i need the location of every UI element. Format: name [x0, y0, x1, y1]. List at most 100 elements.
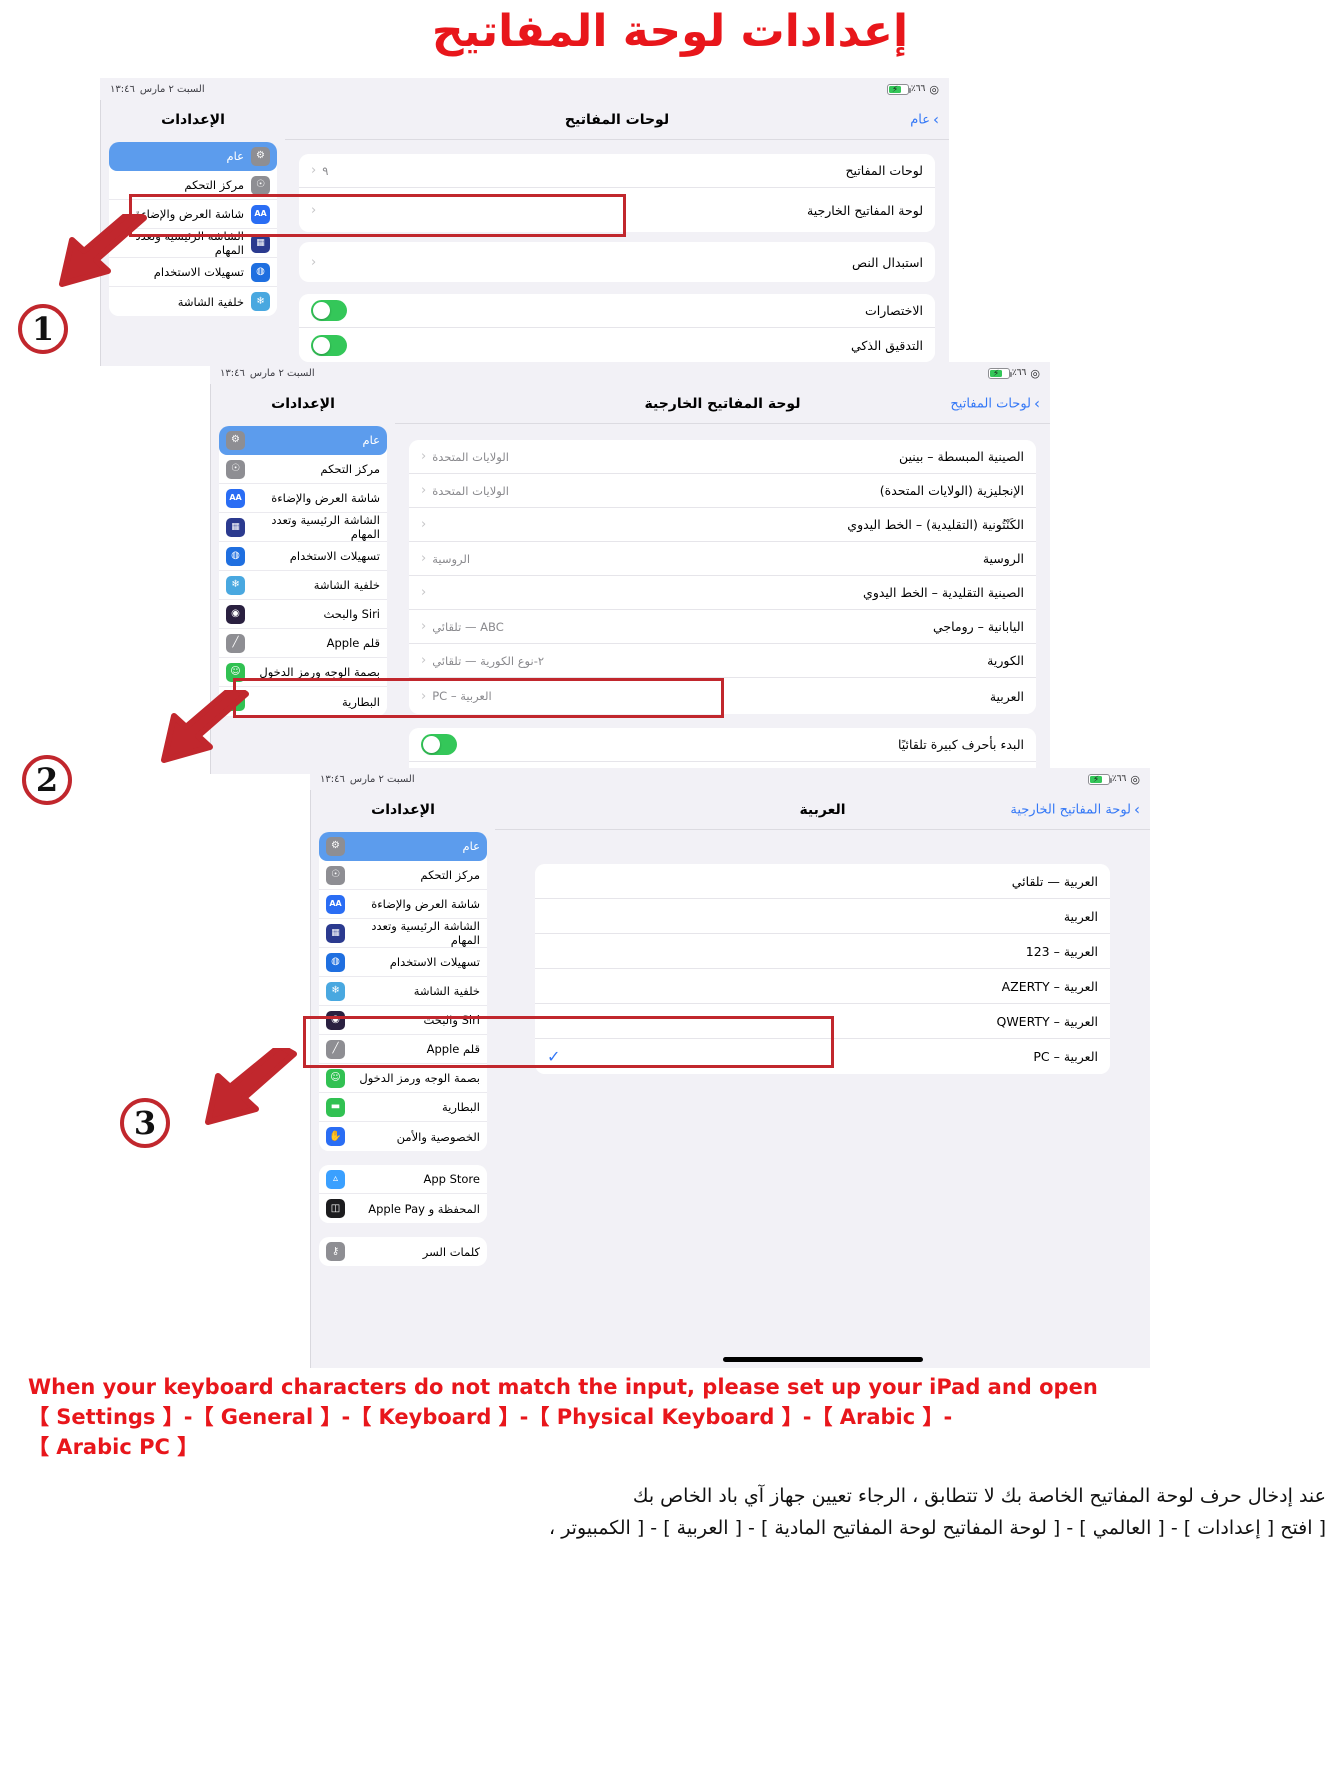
sidebar-item-app-store[interactable]: App Store ▵	[319, 1165, 487, 1194]
sidebar-item-general[interactable]: عام ⚙	[219, 426, 387, 455]
row-shortcuts-toggle[interactable]: الاختصارات	[299, 294, 935, 328]
list-item-arabic[interactable]: العربية	[535, 899, 1110, 934]
ipad-screenshot-3: ⚡ ٪٦٦ ◎ السبت ٢ مارس ١٣:٤٦ العربية › لوح…	[310, 768, 1150, 1368]
row-label: العربية – AZERTY	[1001, 978, 1098, 994]
panel3-back-button[interactable]: › لوحة المفاتيح الخارجية	[1010, 802, 1140, 818]
table-row[interactable]: الصينية المبسطة – بينين الولايات المتحدة…	[409, 440, 1036, 474]
control-center-icon: ☉	[251, 175, 270, 195]
row-value: ٢-نوع الكورية — تلقائي	[432, 653, 545, 668]
table-row[interactable]: الكَنْتُونية (التقليدية) – الخط اليدوي ‹	[409, 508, 1036, 542]
row-external-keyboard[interactable]: لوحة المفاتيح الخارجية ‹	[299, 188, 935, 232]
page-title: إعدادات لوحة المفاتيح	[431, 6, 909, 57]
caption-ar-line-1: عند إدخال حرف لوحة المفاتيح الخاصة بك لا…	[632, 1485, 1326, 1507]
panel2-back-label: لوحات المفاتيح	[950, 396, 1031, 411]
panel2-back-button[interactable]: › لوحات المفاتيح	[950, 396, 1040, 412]
siri-icon: ◉	[326, 1010, 345, 1030]
sidebar-item-label: عام	[362, 433, 381, 447]
sidebar-item-wallpaper[interactable]: خلفية الشاشة ❄	[319, 977, 487, 1006]
toggle-switch[interactable]	[421, 734, 457, 755]
sidebar-item-face-id[interactable]: بصمة الوجه ورمز الدخول ☺	[319, 1064, 487, 1093]
row-value: ٩	[322, 163, 329, 178]
sidebar-navbar-2: الإعدادات	[211, 384, 395, 424]
sidebar-item-label: مركز التحكم	[320, 462, 380, 476]
sidebar-item-wallet-apple-pay[interactable]: المحفظة و Apple Pay ◫	[319, 1194, 487, 1223]
list-item-arabic-pc[interactable]: العربية – PC ✓	[535, 1039, 1110, 1074]
table-row[interactable]: الكورية ٢-نوع الكورية — تلقائي ‹	[409, 644, 1036, 678]
sidebar-item-privacy-security[interactable]: الخصوصية والأمن ✋	[319, 1122, 487, 1151]
sidebar-item-display-brightness[interactable]: شاشة العرض والإضاءة AA	[219, 484, 387, 513]
app-store-icon: ▵	[326, 1169, 345, 1189]
panel2-detail: لوحة المفاتيح الخارجية › لوحات المفاتيح …	[395, 384, 1050, 774]
sidebar-item-battery[interactable]: البطارية ▬	[319, 1093, 487, 1122]
sidebar-item-general[interactable]: عام ⚙	[319, 832, 487, 861]
row-label: الصينية التقليدية – الخط اليدوي	[863, 585, 1024, 600]
sidebar-item-face-id[interactable]: بصمة الوجه ورمز الدخول ☺	[219, 658, 387, 687]
checkmark-icon: ✓	[547, 1047, 561, 1066]
sidebar-group-3b: App Store ▵ المحفظة و Apple Pay ◫	[319, 1165, 487, 1223]
row-keyboards[interactable]: لوحات المفاتيح ٩ ‹	[299, 154, 935, 188]
chevron-left-icon: ‹	[421, 517, 427, 532]
sidebar-item-control-center[interactable]: مركز التحكم ☉	[219, 455, 387, 484]
sidebar-item-control-center[interactable]: مركز التحكم ☉	[319, 861, 487, 890]
sidebar-item-wallpaper[interactable]: خلفية الشاشة ❄	[219, 571, 387, 600]
panel1-back-button[interactable]: › عام	[910, 112, 939, 128]
siri-icon: ◉	[226, 604, 245, 624]
table-row[interactable]: الإنجليزية (الولايات المتحدة) الولايات ا…	[409, 474, 1036, 508]
wallpaper-icon: ❄	[326, 981, 345, 1001]
toggle-switch[interactable]	[311, 334, 347, 356]
list-item-arabic-auto[interactable]: العربية — تلقائي	[535, 864, 1110, 899]
sidebar-item-accessibility[interactable]: تسهيلات الاستخدام ◍	[219, 542, 387, 571]
sidebar-item-home-screen[interactable]: الشاشة الرئيسية وتعدد المهام ▦	[219, 513, 387, 542]
panel3-navbar: العربية › لوحة المفاتيح الخارجية	[495, 790, 1150, 830]
table-row[interactable]: الصينية التقليدية – الخط اليدوي ‹	[409, 576, 1036, 610]
row-auto-capitalize[interactable]: البدء بأحرف كبيرة تلقائيًا	[409, 728, 1036, 762]
panel2-title: لوحة المفاتيح الخارجية	[644, 395, 801, 412]
display-aa-icon: AA	[226, 488, 245, 508]
sidebar-navbar-3: الإعدادات	[311, 790, 495, 830]
arrow-2	[161, 690, 249, 763]
sidebar-item-siri-search[interactable]: Siri والبحث ◉	[319, 1006, 487, 1035]
list-item-arabic-qwerty[interactable]: العربية – QWERTY	[535, 1004, 1110, 1039]
settings-header: الإعدادات	[371, 802, 435, 818]
chevron-left-icon: ‹	[421, 449, 427, 464]
panel1-title: لوحات المفاتيح	[564, 111, 670, 128]
gear-icon: ⚙	[226, 430, 245, 450]
home-screen-icon: ▦	[326, 923, 345, 943]
row-text-replacement[interactable]: استبدال النص ‹	[299, 242, 935, 282]
panel1-detail: لوحات المفاتيح › عام لوحات المفاتيح ٩ ‹ …	[285, 100, 949, 366]
status-date: السبت ٢ مارس	[139, 83, 205, 95]
sidebar-navbar-1: الإعدادات	[101, 100, 285, 140]
sidebar-item-accessibility[interactable]: تسهيلات الاستخدام ◍	[319, 948, 487, 977]
chevron-left-icon: ‹	[311, 254, 317, 270]
row-label: اليابانية – روماجي	[932, 619, 1024, 634]
chevron-left-icon: ‹	[421, 688, 427, 704]
sidebar-item-general[interactable]: ⚙ عام	[109, 142, 277, 171]
sidebar-item-passwords[interactable]: كلمات السر ⚷	[319, 1237, 487, 1266]
table-row-arabic[interactable]: العربية العربية – PC ‹	[409, 678, 1036, 714]
row-value: ABC — تلقائي	[432, 619, 504, 634]
display-aa-icon: AA	[251, 204, 270, 224]
panel3-settings-sidebar: الإعدادات عام ⚙ مركز التحكم ☉ شاشة العرض…	[310, 790, 495, 1368]
panel2-navbar: لوحة المفاتيح الخارجية › لوحات المفاتيح	[395, 384, 1050, 424]
gear-icon: ⚙	[251, 146, 270, 166]
sidebar-item-label: البطارية	[341, 694, 380, 709]
toggle-switch[interactable]	[311, 300, 347, 321]
control-center-icon: ☉	[226, 459, 245, 479]
sidebar-item-apple-pencil[interactable]: قلم Apple ╱	[219, 629, 387, 658]
sidebar-item-apple-pencil[interactable]: قلم Apple ╱	[319, 1035, 487, 1064]
sidebar-item-label: بصمة الوجه ورمز الدخول	[259, 665, 380, 679]
sidebar-item-display-brightness[interactable]: شاشة العرض والإضاءة AA	[319, 890, 487, 919]
table-row[interactable]: الروسية الروسية ‹	[409, 542, 1036, 576]
home-screen-icon: ▦	[226, 517, 245, 537]
battery-percent: ٪٦٦	[1111, 774, 1127, 784]
table-row[interactable]: اليابانية – روماجي ABC — تلقائي ‹	[409, 610, 1036, 644]
row-label: الصينية المبسطة – بينين	[898, 449, 1024, 464]
sidebar-item-home-screen[interactable]: الشاشة الرئيسية وتعدد المهام ▦	[319, 919, 487, 948]
sidebar-item-label: الشاشة الرئيسية وتعدد المهام	[271, 513, 380, 541]
panel1-group-3: الاختصارات التدقيق الذكي	[299, 294, 935, 362]
sidebar-item-siri-search[interactable]: Siri والبحث ◉	[219, 600, 387, 629]
sidebar-item-control-center[interactable]: ☉ مركز التحكم	[109, 171, 277, 200]
row-smart-punctuation-toggle[interactable]: التدقيق الذكي	[299, 328, 935, 362]
list-item-arabic-azerty[interactable]: العربية – AZERTY	[535, 969, 1110, 1004]
list-item-arabic-123[interactable]: العربية – 123	[535, 934, 1110, 969]
